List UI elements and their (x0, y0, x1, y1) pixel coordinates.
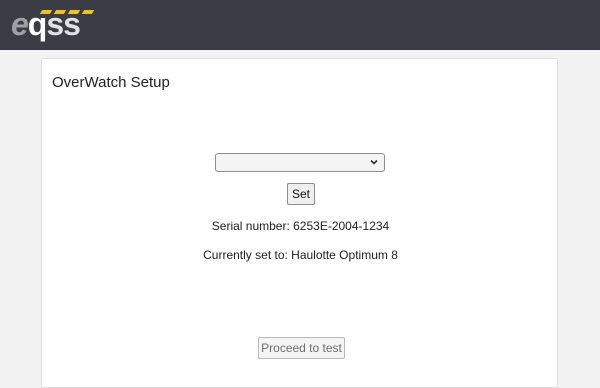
set-button[interactable]: Set (287, 183, 315, 205)
chevron-down-icon (370, 159, 378, 165)
logo-letter-e: e (11, 6, 29, 42)
setup-card: OverWatch Setup Set Serial number: 6253E… (41, 58, 558, 388)
logo-letter-q: q (27, 6, 48, 42)
logo-wordmark: eqss (11, 4, 81, 44)
serial-number-text: Serial number: 6253E-2004-1234 (211, 219, 390, 233)
logo-letters-ss: ss (46, 6, 81, 42)
app-header: eqss (0, 0, 600, 50)
page-title: OverWatch Setup (52, 74, 170, 91)
model-select[interactable] (215, 153, 385, 172)
logo-stripe (81, 10, 95, 14)
current-model-text: Currently set to: Haulotte Optimum 8 (203, 248, 398, 262)
eqss-logo: eqss (11, 4, 101, 44)
proceed-to-test-button[interactable]: Proceed to test (258, 337, 345, 359)
